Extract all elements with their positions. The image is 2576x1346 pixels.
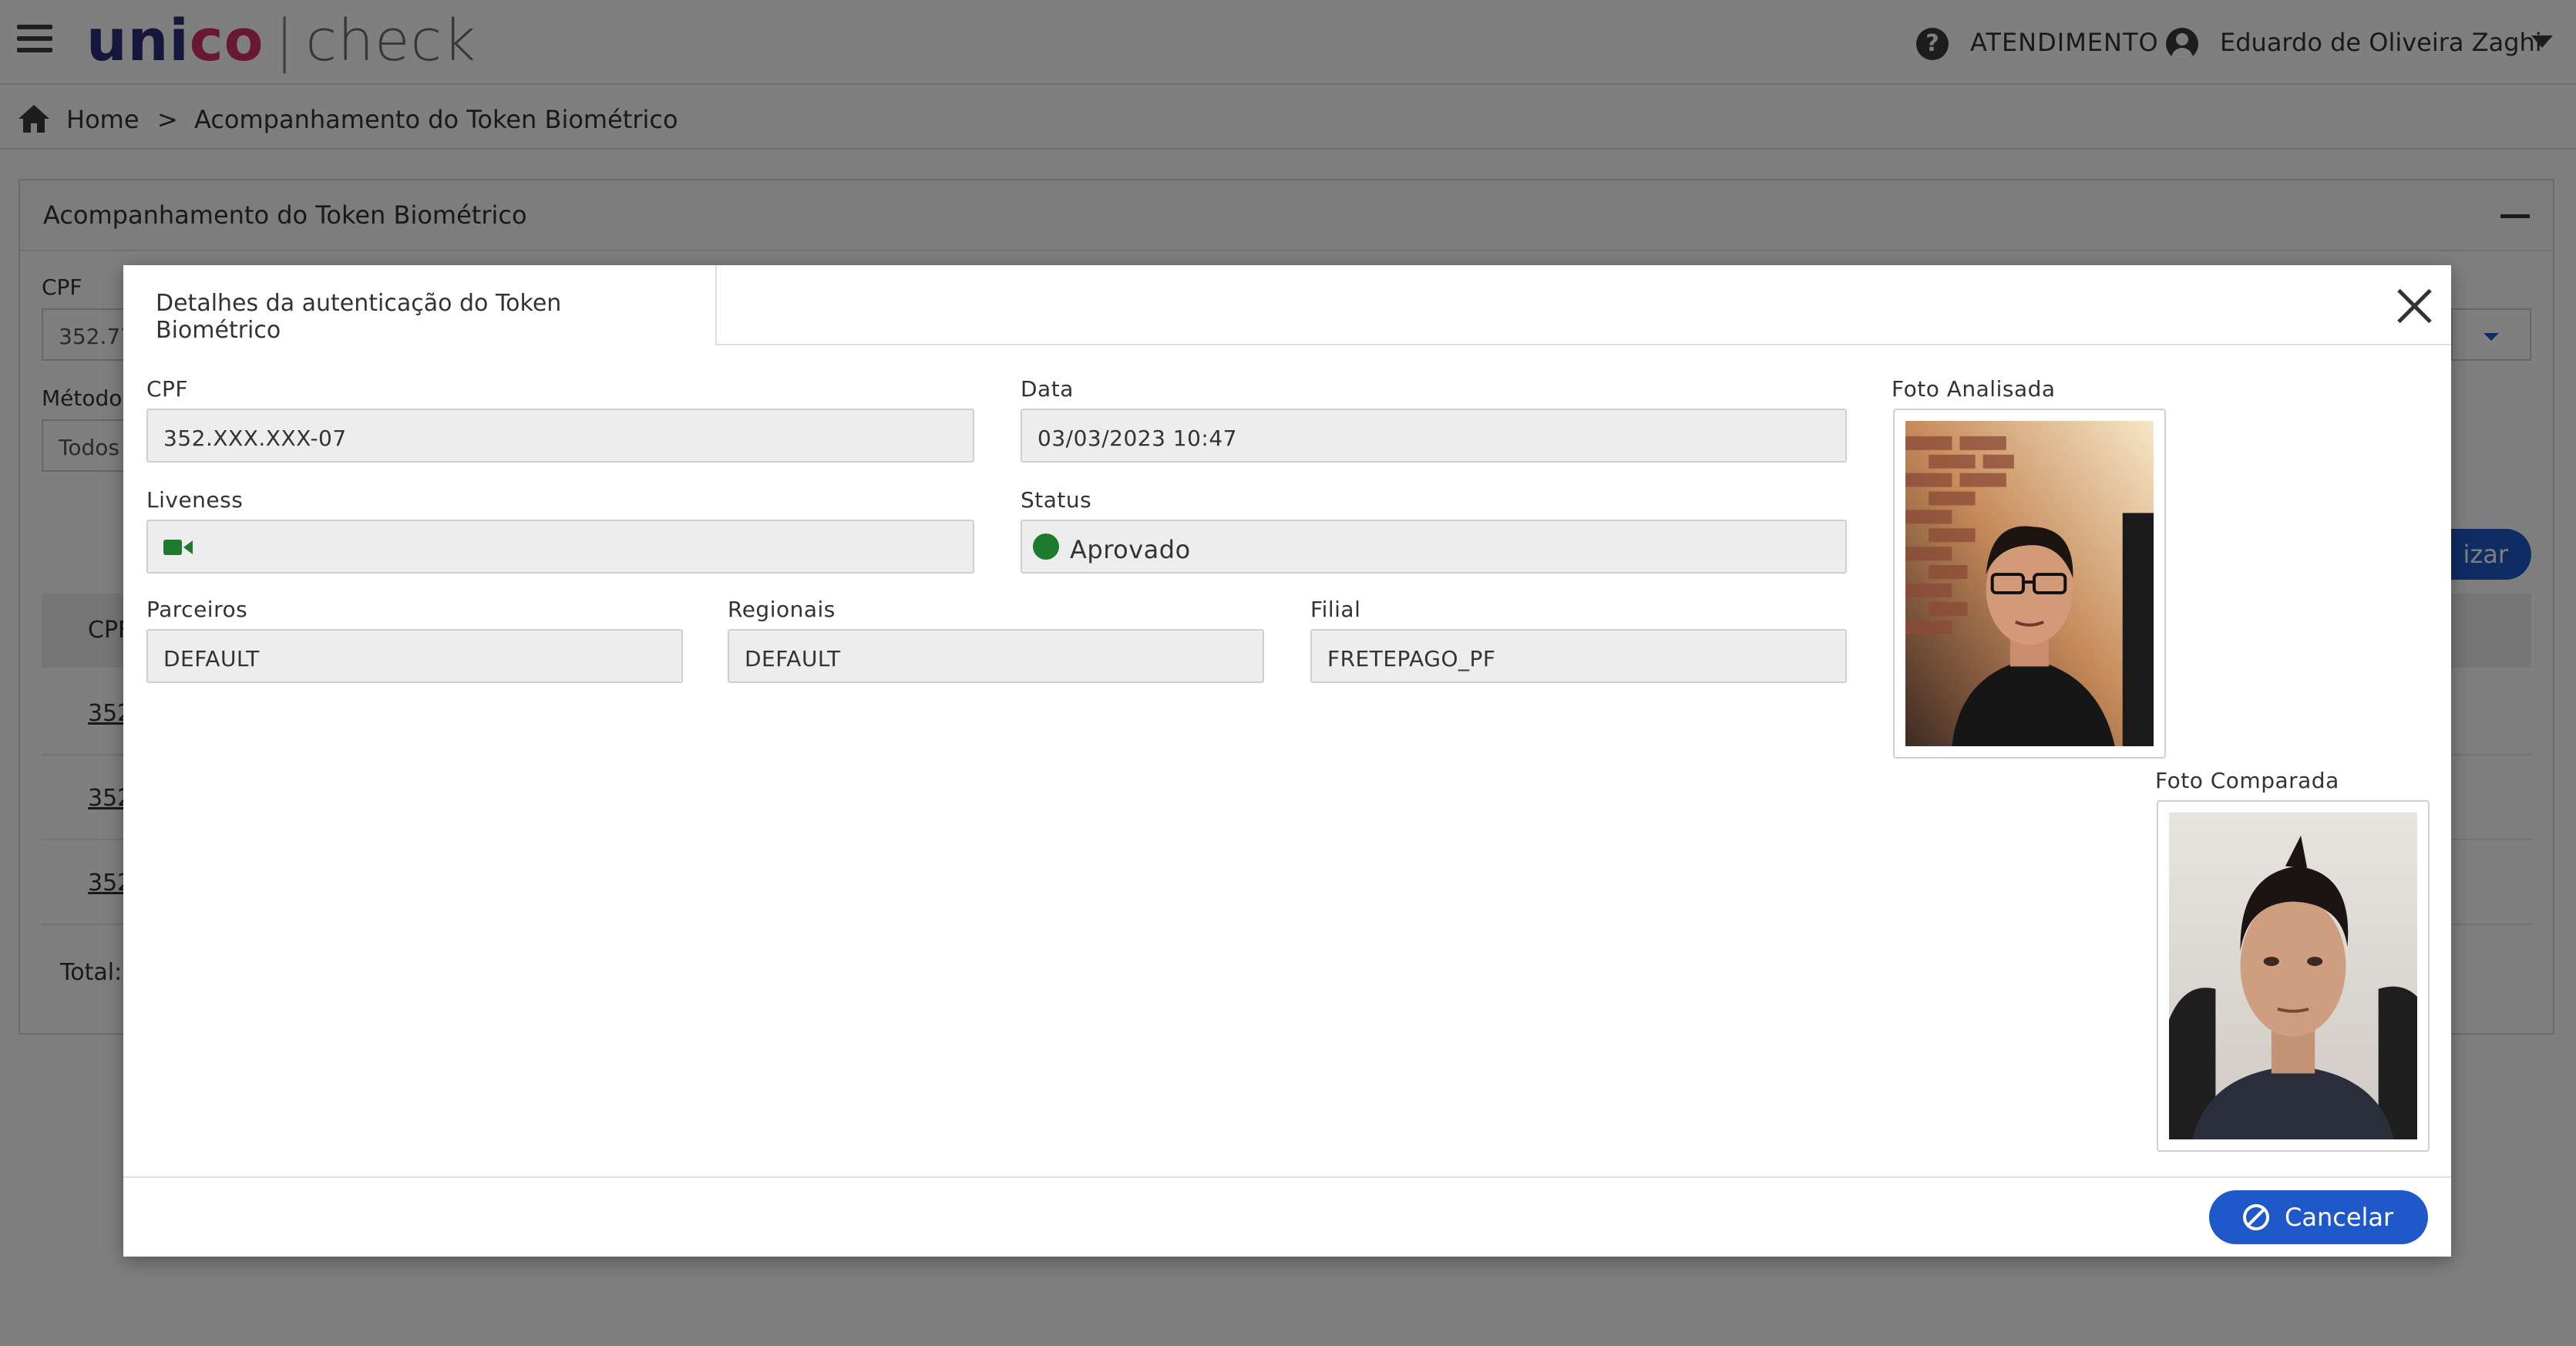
- auth-details-modal: Detalhes da autenticação do Token Biomét…: [123, 265, 2451, 1257]
- status-field[interactable]: Aprovado: [1021, 520, 1847, 574]
- compared-face-photo: [2169, 813, 2417, 1139]
- regionais-label: Regionais: [728, 597, 836, 622]
- foto-analisada-frame[interactable]: [1893, 409, 2166, 759]
- parceiros-label: Parceiros: [146, 597, 248, 622]
- filial-label: Filial: [1310, 597, 1361, 622]
- liveness-field[interactable]: [146, 520, 974, 574]
- liveness-label: Liveness: [146, 487, 244, 513]
- modal-footer-divider: [123, 1176, 2451, 1178]
- active-tab-indicator: [123, 342, 715, 345]
- foto-comparada-label: Foto Comparada: [2155, 768, 2339, 793]
- filial-field[interactable]: FRETEPAGO_PF: [1310, 629, 1847, 683]
- status-approved-icon: [1033, 533, 1059, 560]
- ban-icon: [2243, 1204, 2269, 1230]
- cpf-field[interactable]: 352.XXX.XXX-07: [146, 409, 974, 463]
- status-label: Status: [1021, 487, 1092, 513]
- close-icon[interactable]: [2396, 287, 2434, 325]
- data-label: Data: [1021, 376, 1074, 402]
- regionais-field[interactable]: DEFAULT: [728, 629, 1264, 683]
- video-camera-icon: [163, 540, 193, 555]
- analyzed-face-photo: [1905, 421, 2154, 746]
- foto-analisada-label: Foto Analisada: [1892, 376, 2056, 402]
- data-field[interactable]: 03/03/2023 10:47: [1021, 409, 1847, 463]
- tab-auth-details[interactable]: Detalhes da autenticação do Token Biomét…: [123, 265, 717, 345]
- status-value: Aprovado: [1070, 535, 1191, 564]
- modal-tab-bar: Detalhes da autenticação do Token Biomét…: [123, 265, 2451, 345]
- parceiros-field[interactable]: DEFAULT: [146, 629, 683, 683]
- cancel-button-label: Cancelar: [2285, 1203, 2394, 1232]
- cancel-button[interactable]: Cancelar: [2209, 1190, 2428, 1244]
- cpf-label: CPF: [146, 376, 189, 402]
- foto-comparada-frame[interactable]: [2157, 800, 2430, 1152]
